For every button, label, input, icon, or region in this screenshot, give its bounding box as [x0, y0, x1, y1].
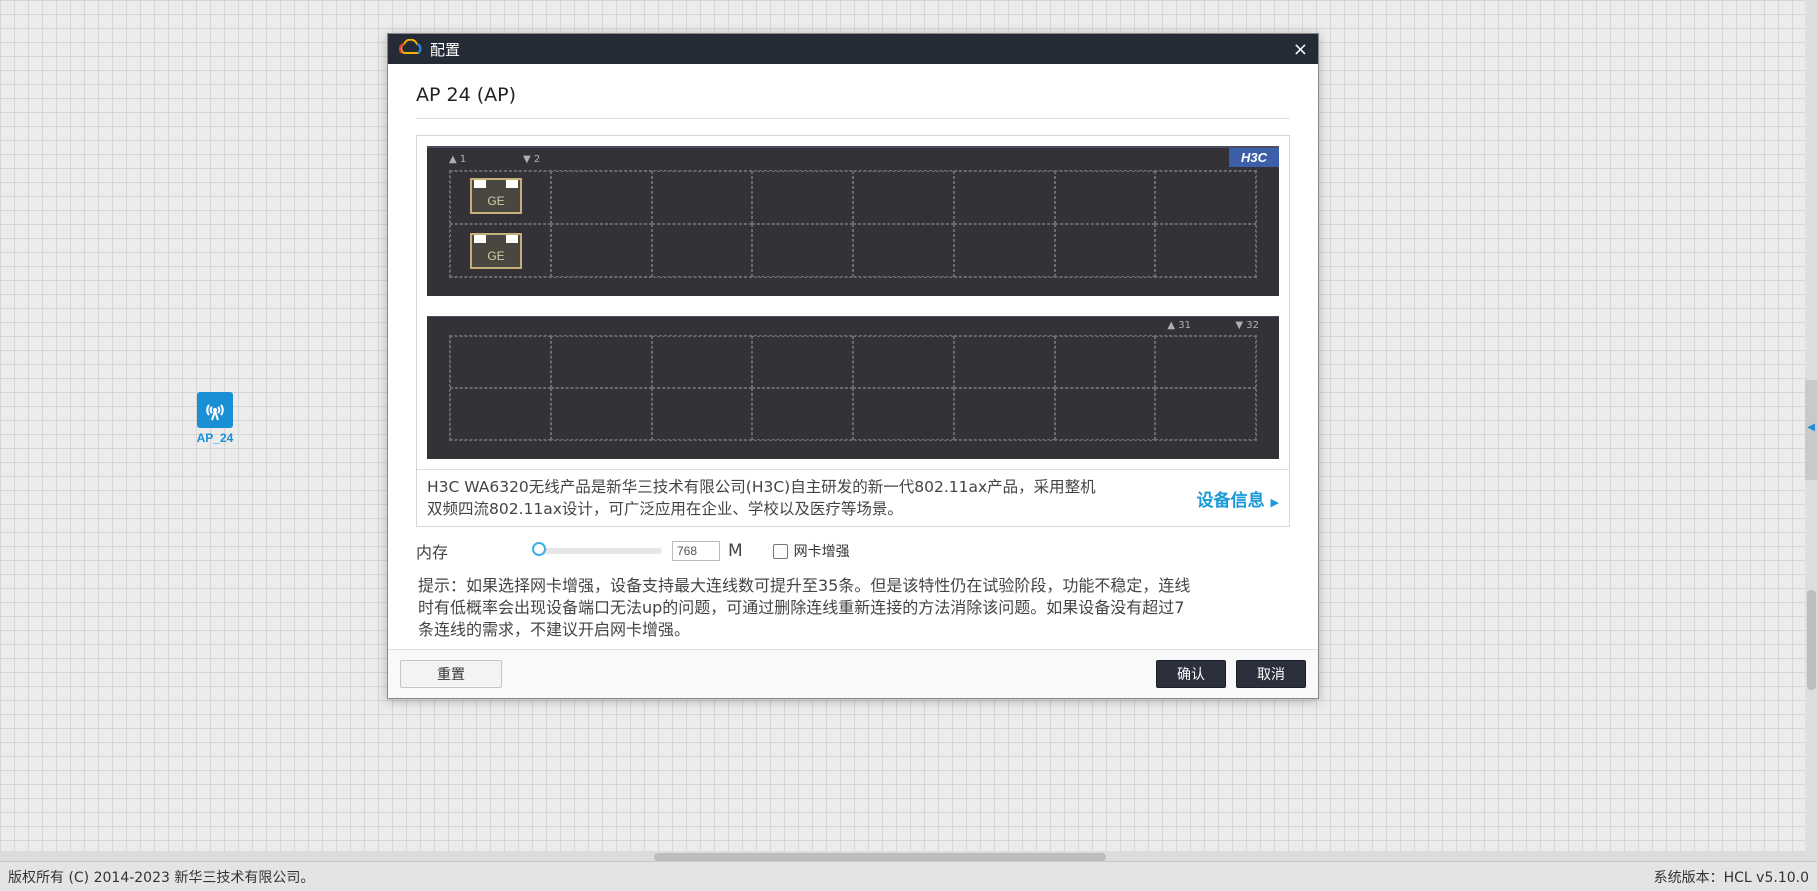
horizontal-scrollbar[interactable] — [0, 851, 1817, 861]
memory-slider[interactable] — [532, 542, 662, 556]
right-panel-toggle[interactable]: ◀ — [1805, 380, 1817, 480]
device-description: H3C WA6320无线产品是新华三技术有限公司(H3C)自主研发的新一代802… — [417, 469, 1289, 526]
h3c-logo: H3C — [1228, 148, 1279, 167]
port-marker-up: ▲ 1 — [449, 154, 467, 165]
horizontal-scroll-thumb[interactable] — [654, 853, 1106, 861]
hint-line: 提示：如果选择网卡增强，设备支持最大连线数可提升至35条。但是该特性仍在试验阶段… — [418, 576, 1191, 595]
cancel-button[interactable]: 取消 — [1236, 660, 1306, 688]
nic-enhance-checkbox[interactable]: 网卡增强 — [772, 541, 850, 561]
config-dialog: 配置 × AP 24 (AP) H3C ▲ 1 ▼ 2 GE GE ▲ 31 ▼… — [387, 33, 1319, 699]
slot-grid — [449, 170, 1257, 278]
device-heading: AP 24 (AP) — [416, 64, 1290, 119]
canvas-device-ap[interactable]: AP_24 — [193, 392, 237, 445]
device-panel: H3C ▲ 1 ▼ 2 GE GE ▲ 31 ▼ 32 H3C WA6320无线… — [416, 135, 1290, 527]
ok-button[interactable]: 确认 — [1156, 660, 1226, 688]
close-icon[interactable]: × — [1293, 39, 1308, 60]
hint-line: 条连线的需求，不建议开启网卡增强。 — [418, 620, 691, 639]
memory-slider-knob[interactable] — [532, 542, 546, 556]
status-bar: 版权所有 (C) 2014-2023 新华三技术有限公司。 系统版本：HCL v… — [0, 861, 1817, 891]
chassis-front-bottom: ▲ 31 ▼ 32 — [427, 316, 1279, 459]
ge-port-1[interactable]: GE — [470, 178, 522, 214]
hint-line: 时有低概率会出现设备端口无法up的问题，可通过删除连线重新连接的方法消除该问题。… — [418, 598, 1185, 617]
checkbox-icon[interactable] — [772, 543, 788, 559]
ge-port-2[interactable]: GE — [470, 233, 522, 269]
description-line: 双频四流802.11ax设计，可广泛应用在企业、学校以及医疗等场景。 — [427, 500, 903, 518]
cloud-logo-icon — [398, 38, 424, 59]
dialog-title: 配置 — [430, 40, 461, 59]
port-marker-down: ▼ 2 — [523, 154, 541, 165]
memory-input[interactable] — [672, 541, 720, 561]
memory-label: 内存 — [416, 543, 449, 562]
chassis-front-top: H3C ▲ 1 ▼ 2 GE GE — [427, 146, 1279, 296]
dialog-footer: 重置 确认 取消 — [388, 649, 1318, 698]
slot-grid — [449, 335, 1257, 441]
memory-unit: M — [728, 541, 743, 561]
reset-button[interactable]: 重置 — [400, 660, 502, 688]
hint-text: 提示：如果选择网卡增强，设备支持最大连线数可提升至35条。但是该特性仍在试验阶段… — [416, 575, 1290, 641]
device-label: AP_24 — [196, 431, 234, 445]
chevron-left-icon: ◀ — [1807, 422, 1815, 433]
vertical-scroll-thumb[interactable] — [1807, 590, 1816, 690]
nic-enhance-label: 网卡增强 — [793, 544, 850, 560]
chevron-right-icon: ▶ — [1270, 495, 1279, 509]
port-marker-up: ▲ 31 — [1167, 320, 1191, 331]
memory-row: 内存 M 网卡增强 — [416, 539, 1290, 563]
copyright-text: 版权所有 (C) 2014-2023 新华三技术有限公司。 — [8, 869, 315, 886]
dialog-titlebar: 配置 × — [388, 34, 1318, 64]
version-text: 系统版本：HCL v5.10.0 — [1653, 869, 1809, 886]
wireless-ap-icon — [197, 392, 233, 428]
device-info-link[interactable]: 设备信息 ▶ — [1197, 486, 1279, 511]
port-marker-down: ▼ 32 — [1235, 320, 1259, 331]
description-line: H3C WA6320无线产品是新华三技术有限公司(H3C)自主研发的新一代802… — [427, 478, 1096, 496]
